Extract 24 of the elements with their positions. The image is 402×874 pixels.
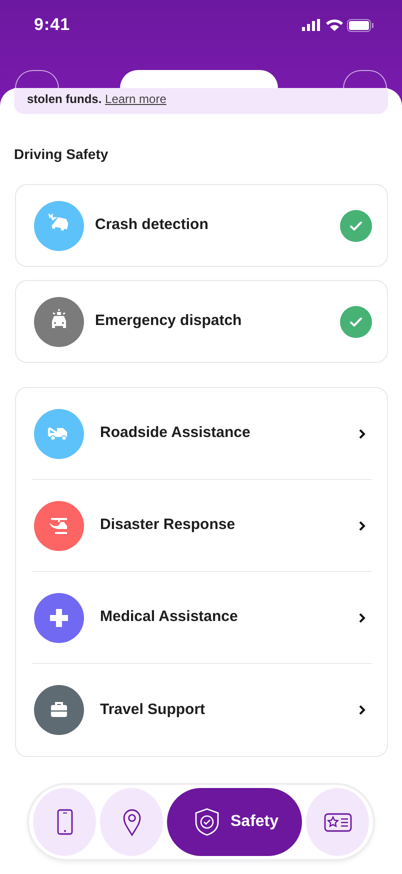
service-row[interactable]: Roadside Assistance (32, 388, 372, 480)
service-row[interactable]: Medical Assistance (32, 572, 372, 664)
service-label: Disaster Response (100, 515, 236, 536)
service-label: Roadside Assistance (100, 423, 252, 444)
service-row[interactable]: Travel Support (32, 664, 372, 756)
chevron-icon (358, 520, 366, 532)
header-pill[interactable] (120, 70, 278, 88)
signal-icon (302, 19, 322, 31)
status-time: 9:41 (34, 14, 70, 36)
banner-text: stolen funds. (27, 92, 102, 106)
service-label: Travel Support (100, 700, 206, 720)
learn-more-link[interactable]: Learn more (105, 92, 166, 106)
feature-label: Emergency dispatch (95, 311, 243, 332)
wifi-icon (326, 19, 343, 31)
nav-tab[interactable]: Safety (167, 788, 302, 856)
nav-tab[interactable] (306, 788, 370, 856)
service-label: Medical Assistance (100, 607, 239, 628)
feature-label: Crash detection (95, 215, 210, 236)
chevron-icon (358, 704, 366, 716)
chevron-icon (358, 428, 366, 440)
section-title: Driving Safety (14, 145, 110, 164)
battery-icon (347, 18, 374, 32)
chevron-icon (358, 612, 366, 624)
service-row[interactable]: Disaster Response (32, 480, 372, 572)
